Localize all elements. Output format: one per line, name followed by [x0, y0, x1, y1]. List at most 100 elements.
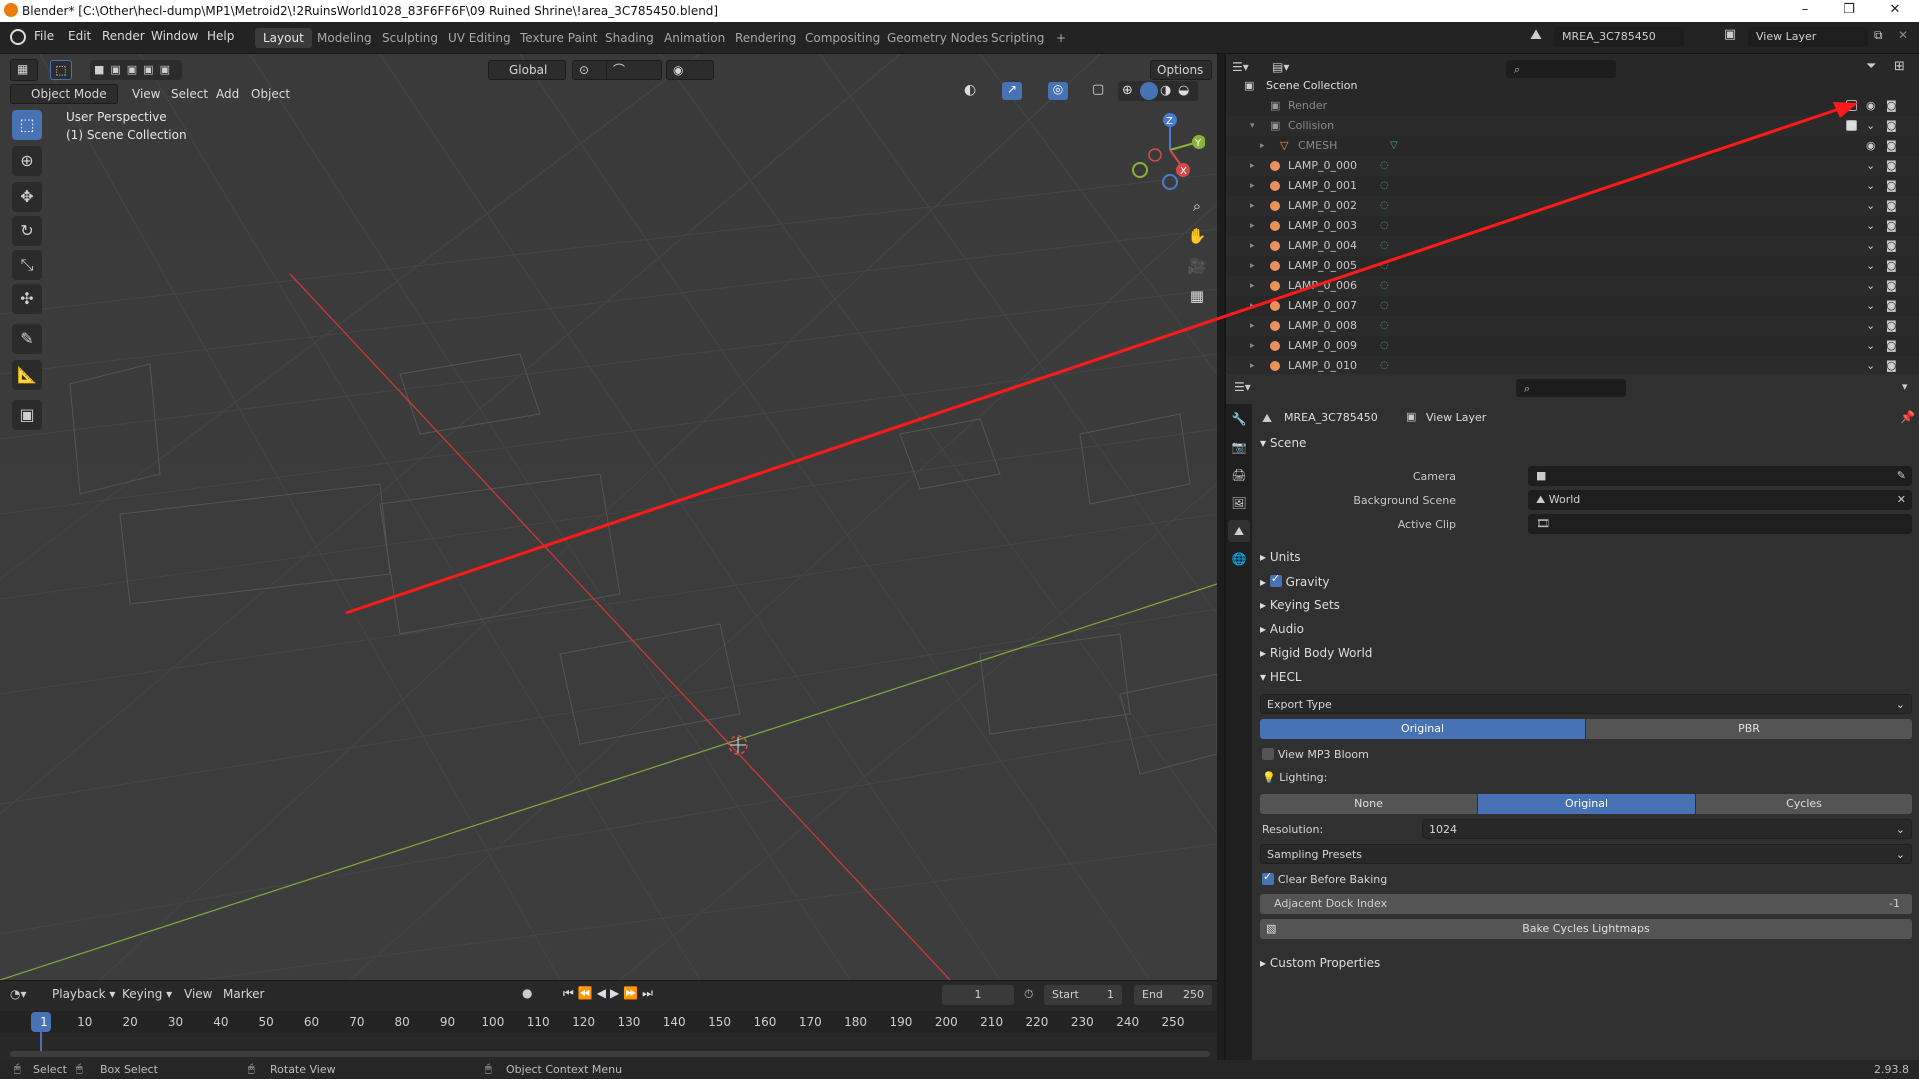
- add-workspace-button[interactable]: +: [1048, 28, 1074, 48]
- visibility-eye-icon[interactable]: ⌄: [1866, 336, 1875, 356]
- remove-view-layer-icon[interactable]: ✕: [1898, 28, 1908, 42]
- ortho-grid-icon[interactable]: ▦: [1185, 284, 1209, 308]
- select-mode-icon[interactable]: ⬚: [50, 60, 72, 80]
- expand-arrow-icon[interactable]: ▸: [1250, 256, 1255, 276]
- pin-icon[interactable]: 📌: [1900, 410, 1915, 424]
- render-camera-icon[interactable]: ◙: [1886, 116, 1897, 136]
- expand-arrow-icon[interactable]: ▸: [1250, 156, 1255, 176]
- expand-arrow-icon[interactable]: ▸: [1250, 356, 1255, 376]
- clear-baking-checkbox[interactable]: [1262, 870, 1274, 885]
- outliner-row[interactable]: ▸ LAMP_0_007 ◌ ⌄ ◙: [1226, 296, 1919, 316]
- timeline-menu-keying[interactable]: Keying ▾: [122, 987, 172, 1001]
- outliner-row[interactable]: ▸ LAMP_0_008 ◌ ⌄ ◙: [1226, 316, 1919, 336]
- select-box-tool-icon[interactable]: ⬚: [12, 110, 42, 140]
- transform-orientation-dropdown[interactable]: Global: [488, 60, 566, 80]
- scene-name-field[interactable]: MREA_3C785450: [1554, 27, 1684, 47]
- outliner-row[interactable]: ▸ LAMP_0_000 ◌ ⌄ ◙: [1226, 156, 1919, 176]
- new-view-layer-icon[interactable]: ⧉: [1874, 28, 1883, 43]
- outliner-row[interactable]: ▸ LAMP_0_004 ◌ ⌄ ◙: [1226, 236, 1919, 256]
- visibility-eye-icon[interactable]: ⌄: [1866, 256, 1875, 276]
- outliner-row[interactable]: ▸ LAMP_0_001 ◌ ⌄ ◙: [1226, 176, 1919, 196]
- menu-render[interactable]: Render: [102, 29, 145, 43]
- visibility-eye-icon[interactable]: ⌄: [1866, 196, 1875, 216]
- camera-view-icon[interactable]: 🎥: [1185, 254, 1209, 278]
- annotate-tool-icon[interactable]: ✎: [12, 324, 42, 354]
- output-tab-icon[interactable]: 🖨: [1228, 464, 1250, 486]
- record-icon[interactable]: ●: [522, 986, 532, 1000]
- world-tab-icon[interactable]: 🌐: [1228, 548, 1250, 570]
- outliner-row[interactable]: ▸ LAMP_0_010 ◌ ⌄ ◙: [1226, 356, 1919, 376]
- material-shading-icon[interactable]: ◑: [1160, 83, 1171, 98]
- render-tab-icon[interactable]: 📷: [1228, 436, 1250, 458]
- adjacent-dock-index-field[interactable]: Adjacent Dock Index -1: [1260, 894, 1912, 914]
- expand-arrow-icon[interactable]: ▸: [1250, 296, 1255, 316]
- units-section-header[interactable]: ▸ Units: [1260, 550, 1301, 564]
- tab-texture-paint[interactable]: Texture Paint: [512, 28, 605, 48]
- tab-modeling[interactable]: Modeling: [309, 28, 380, 48]
- object-mode-dropdown[interactable]: Object Mode: [10, 84, 118, 104]
- lighting-cycles-button[interactable]: Cycles: [1696, 794, 1912, 814]
- snap-icon[interactable]: ⌒: [606, 60, 662, 80]
- hecl-section-header[interactable]: ▾ HECL: [1260, 670, 1302, 684]
- render-camera-icon[interactable]: ◙: [1886, 216, 1897, 236]
- expand-arrow-icon[interactable]: ▸: [1260, 136, 1265, 156]
- render-camera-icon[interactable]: ◙: [1886, 276, 1897, 296]
- view-bloom-checkbox[interactable]: [1262, 748, 1274, 760]
- render-camera-icon[interactable]: ◙: [1886, 136, 1897, 156]
- view-bloom-row[interactable]: View MP3 Bloom: [1262, 746, 1369, 761]
- tab-geometry-nodes[interactable]: Geometry Nodes: [879, 28, 996, 48]
- visibility-eye-icon[interactable]: ⌄: [1866, 276, 1875, 296]
- timeline-menu-marker[interactable]: Marker: [223, 987, 264, 1001]
- exclude-checkbox[interactable]: [1846, 120, 1857, 131]
- view-layer-field[interactable]: View Layer: [1748, 27, 1868, 47]
- editor-type-button[interactable]: ▦: [10, 59, 38, 81]
- keying-sets-section-header[interactable]: ▸ Keying Sets: [1260, 598, 1340, 612]
- outliner-row[interactable]: ▸ LAMP_0_003 ◌ ⌄ ◙: [1226, 216, 1919, 236]
- viewport-menu-select[interactable]: Select: [171, 87, 208, 101]
- timeline-menu-view[interactable]: View: [184, 987, 212, 1001]
- visibility-eye-icon[interactable]: ⌄: [1866, 176, 1875, 196]
- tab-animation[interactable]: Animation: [656, 28, 733, 48]
- visibility-eye-icon[interactable]: ⌄: [1866, 316, 1875, 336]
- properties-options-icon[interactable]: ▾: [1902, 380, 1908, 393]
- blender-menu-icon[interactable]: [10, 29, 26, 45]
- overlays-toggle-icon[interactable]: ◎: [1048, 82, 1068, 100]
- outliner-row-scene-collection[interactable]: ▣ Scene Collection: [1226, 76, 1919, 96]
- scale-tool-icon[interactable]: ⤡: [12, 250, 42, 280]
- outliner-row[interactable]: ▾ ▣ Collision ⌄ ◙: [1226, 116, 1919, 136]
- timeline-editor-type-icon[interactable]: ◔▾: [10, 987, 27, 1001]
- visibility-eye-icon[interactable]: ◉: [1866, 96, 1876, 116]
- navigation-gizmo[interactable]: Z Y X: [1125, 110, 1205, 190]
- move-tool-icon[interactable]: ✥: [12, 182, 42, 212]
- visibility-eye-icon[interactable]: ⌄: [1866, 116, 1875, 136]
- viewport-menu-view[interactable]: View: [132, 87, 160, 101]
- view-layer-icon[interactable]: ▣: [1720, 27, 1740, 47]
- maximize-button[interactable]: ❐: [1834, 2, 1864, 17]
- render-camera-icon[interactable]: ◙: [1886, 296, 1897, 316]
- end-frame-field[interactable]: End 250: [1134, 985, 1212, 1005]
- display-mode-icon[interactable]: ▤▾: [1272, 60, 1289, 74]
- outliner-row[interactable]: ▸ LAMP_0_009 ◌ ⌄ ◙: [1226, 336, 1919, 356]
- expand-arrow-icon[interactable]: ▸: [1250, 196, 1255, 216]
- export-type-dropdown[interactable]: Export Type ⌄: [1260, 694, 1912, 714]
- scene-tab-icon[interactable]: ⛰: [1228, 520, 1250, 542]
- outliner-row[interactable]: ▣ Render ◉ ◙: [1226, 96, 1919, 116]
- transform-tool-icon[interactable]: ✣: [12, 284, 42, 314]
- selection-modes-icon[interactable]: ■▣▣▣▣: [90, 60, 182, 80]
- render-camera-icon[interactable]: ◙: [1886, 256, 1897, 276]
- visibility-eye-icon[interactable]: ⌄: [1866, 216, 1875, 236]
- cursor-tool-icon[interactable]: ⊕: [12, 146, 42, 176]
- outliner-row[interactable]: ▸ LAMP_0_002 ◌ ⌄ ◙: [1226, 196, 1919, 216]
- render-camera-icon[interactable]: ◙: [1886, 176, 1897, 196]
- minimize-button[interactable]: –: [1790, 2, 1820, 17]
- tab-rendering[interactable]: Rendering: [727, 28, 804, 48]
- visibility-eye-icon[interactable]: ◉: [1866, 136, 1876, 156]
- wireframe-shading-icon[interactable]: ⊕: [1122, 83, 1133, 98]
- bake-lightmaps-button[interactable]: ▧ Bake Cycles Lightmaps: [1260, 919, 1912, 939]
- timeline-scrollbar[interactable]: [10, 1051, 1210, 1057]
- scene-icon[interactable]: ⛰: [1526, 27, 1546, 47]
- xray-icon[interactable]: ▢: [1092, 82, 1104, 97]
- measure-tool-icon[interactable]: 📐: [12, 360, 42, 390]
- expand-arrow-icon[interactable]: ▸: [1250, 176, 1255, 196]
- resolution-dropdown[interactable]: 1024 ⌄: [1422, 819, 1912, 839]
